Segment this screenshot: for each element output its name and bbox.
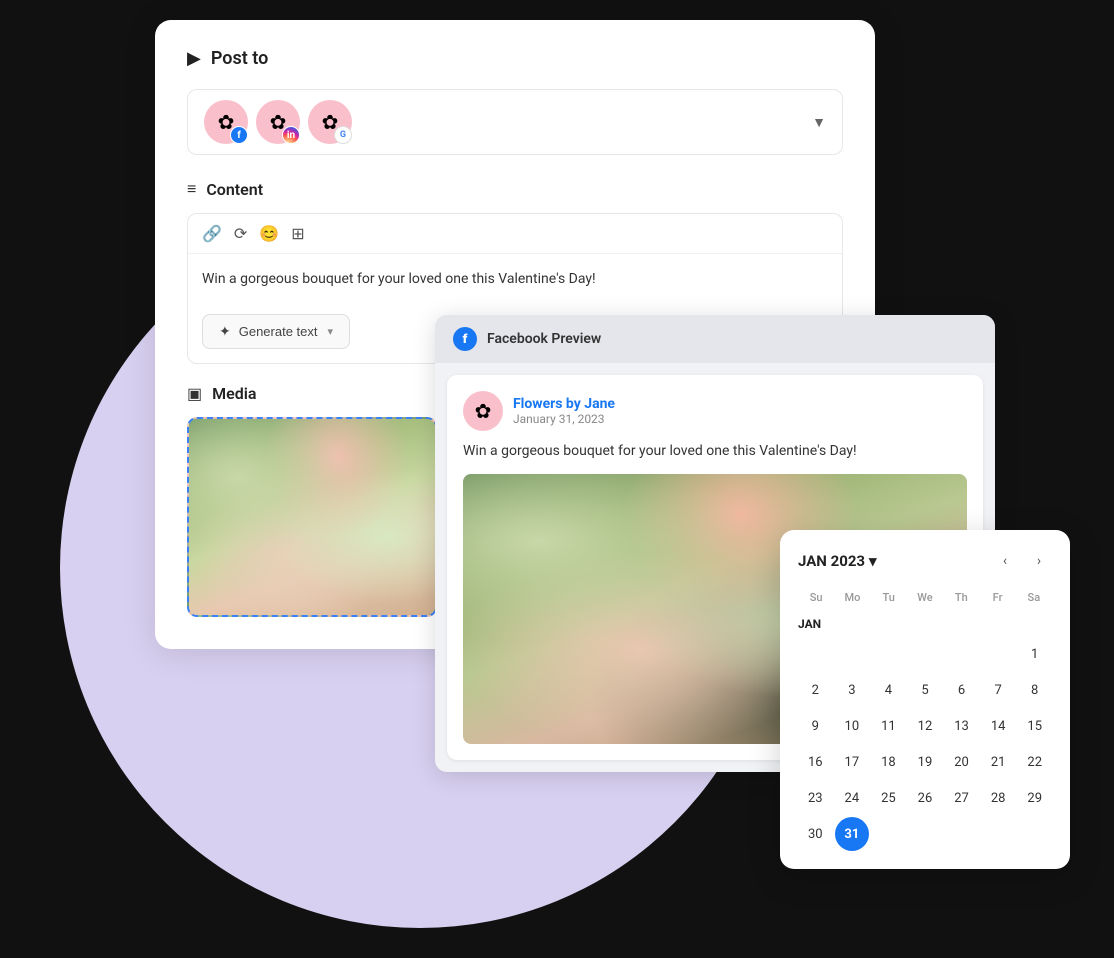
post-to-title: Post to bbox=[211, 48, 268, 69]
link-icon[interactable]: 🔗 bbox=[202, 224, 222, 243]
media-image[interactable] bbox=[187, 417, 437, 617]
cal-day-26[interactable]: 26 bbox=[908, 781, 942, 815]
day-header-fr: Fr bbox=[979, 588, 1015, 607]
facebook-icon: f bbox=[453, 327, 477, 351]
cal-empty-5 bbox=[945, 637, 979, 671]
grid-icon[interactable]: ⊞ bbox=[291, 224, 304, 243]
send-icon: ▶ bbox=[187, 48, 201, 69]
cal-empty-1 bbox=[798, 637, 832, 671]
editor-toolbar: 🔗 ⟳ 😊 ⊞ bbox=[188, 214, 842, 254]
post-to-dropdown[interactable]: ✿ f ✿ in ✿ G ▼ bbox=[187, 89, 843, 155]
media-icon: ▣ bbox=[187, 384, 202, 403]
generate-chevron-icon: ▾ bbox=[328, 325, 334, 338]
ig-avatar-btn[interactable]: ✿ in bbox=[256, 100, 300, 144]
media-title: Media bbox=[212, 384, 256, 403]
cal-day-31[interactable]: 31 bbox=[835, 817, 869, 851]
calendar-day-headers: Su Mo Tu We Th Fr Sa bbox=[798, 588, 1052, 607]
cal-day-19[interactable]: 19 bbox=[908, 745, 942, 779]
day-header-we: We bbox=[907, 588, 943, 607]
cal-empty-9 bbox=[945, 817, 979, 851]
cal-day-3[interactable]: 3 bbox=[835, 673, 869, 707]
cal-day-18[interactable]: 18 bbox=[871, 745, 905, 779]
cal-day-22[interactable]: 22 bbox=[1018, 745, 1052, 779]
fb-avatar-btn[interactable]: ✿ f bbox=[204, 100, 248, 144]
cal-day-4[interactable]: 4 bbox=[871, 673, 905, 707]
fb-post-author: ✿ Flowers by Jane January 31, 2023 bbox=[463, 391, 967, 431]
cal-day-16[interactable]: 16 bbox=[798, 745, 832, 779]
cal-empty-6 bbox=[981, 637, 1015, 671]
social-avatars: ✿ f ✿ in ✿ G bbox=[204, 100, 352, 144]
fb-preview-title: Facebook Preview bbox=[487, 331, 601, 347]
calendar-days-grid: 1 2 3 4 5 6 7 8 9 10 11 12 13 14 15 16 1… bbox=[798, 637, 1052, 851]
fb-author-info: Flowers by Jane January 31, 2023 bbox=[513, 396, 615, 426]
content-icon: ≡ bbox=[187, 179, 196, 199]
cal-day-5[interactable]: 5 bbox=[908, 673, 942, 707]
cal-day-8[interactable]: 8 bbox=[1018, 673, 1052, 707]
day-header-su: Su bbox=[798, 588, 834, 607]
cal-day-10[interactable]: 10 bbox=[835, 709, 869, 743]
calendar-prev-button[interactable]: ‹ bbox=[992, 548, 1018, 574]
cal-day-24[interactable]: 24 bbox=[835, 781, 869, 815]
calendar-nav: ‹ › bbox=[992, 548, 1052, 574]
day-header-sa: Sa bbox=[1016, 588, 1052, 607]
cal-day-20[interactable]: 20 bbox=[945, 745, 979, 779]
cal-day-21[interactable]: 21 bbox=[981, 745, 1015, 779]
cal-day-28[interactable]: 28 bbox=[981, 781, 1015, 815]
day-header-mo: Mo bbox=[834, 588, 870, 607]
generate-text-label: Generate text bbox=[239, 324, 318, 339]
cal-empty-8 bbox=[908, 817, 942, 851]
cal-day-30[interactable]: 30 bbox=[798, 817, 832, 851]
cal-empty-3 bbox=[871, 637, 905, 671]
editor-content-text[interactable]: Win a gorgeous bouquet for your loved on… bbox=[188, 254, 842, 314]
calendar-month-short-label: JAN bbox=[798, 613, 1052, 637]
day-header-tu: Tu bbox=[871, 588, 907, 607]
cal-day-13[interactable]: 13 bbox=[945, 709, 979, 743]
cal-day-27[interactable]: 27 bbox=[945, 781, 979, 815]
fb-post-text: Win a gorgeous bouquet for your loved on… bbox=[463, 441, 967, 462]
fb-preview-header: f Facebook Preview bbox=[435, 315, 995, 363]
calendar-grid: Su Mo Tu We Th Fr Sa JAN 1 2 3 4 5 6 7 8 bbox=[798, 588, 1052, 851]
cal-empty-11 bbox=[1018, 817, 1052, 851]
cal-day-6[interactable]: 6 bbox=[945, 673, 979, 707]
cal-day-7[interactable]: 7 bbox=[981, 673, 1015, 707]
cal-empty-10 bbox=[981, 817, 1015, 851]
content-title: Content bbox=[206, 180, 263, 199]
google-badge: G bbox=[334, 126, 352, 144]
fb-post-date: January 31, 2023 bbox=[513, 412, 615, 426]
post-to-header: ▶ Post to bbox=[187, 48, 843, 69]
calendar-month-selector[interactable]: JAN 2023 ▾ bbox=[798, 552, 877, 570]
rss-icon[interactable]: ⟳ bbox=[234, 224, 247, 243]
calendar-header: JAN 2023 ▾ ‹ › bbox=[798, 548, 1052, 574]
cal-day-15[interactable]: 15 bbox=[1018, 709, 1052, 743]
facebook-badge: f bbox=[230, 126, 248, 144]
cal-day-17[interactable]: 17 bbox=[835, 745, 869, 779]
dropdown-chevron-icon: ▼ bbox=[812, 114, 826, 131]
content-section-header: ≡ Content bbox=[187, 179, 843, 199]
cal-day-11[interactable]: 11 bbox=[871, 709, 905, 743]
cal-day-9[interactable]: 9 bbox=[798, 709, 832, 743]
cal-empty-2 bbox=[835, 637, 869, 671]
cal-empty-7 bbox=[871, 817, 905, 851]
cal-empty-4 bbox=[908, 637, 942, 671]
g-avatar-btn[interactable]: ✿ G bbox=[308, 100, 352, 144]
fb-author-name: Flowers by Jane bbox=[513, 396, 615, 412]
cal-day-25[interactable]: 25 bbox=[871, 781, 905, 815]
calendar-panel: JAN 2023 ▾ ‹ › Su Mo Tu We Th Fr Sa JAN … bbox=[780, 530, 1070, 869]
cal-day-2[interactable]: 2 bbox=[798, 673, 832, 707]
fb-page-avatar: ✿ bbox=[463, 391, 503, 431]
day-header-th: Th bbox=[943, 588, 979, 607]
instagram-badge: in bbox=[282, 126, 300, 144]
generate-text-button[interactable]: ✦ Generate text ▾ bbox=[202, 314, 350, 349]
emoji-icon[interactable]: 😊 bbox=[259, 224, 279, 243]
calendar-next-button[interactable]: › bbox=[1026, 548, 1052, 574]
cal-day-23[interactable]: 23 bbox=[798, 781, 832, 815]
sparkle-icon: ✦ bbox=[219, 323, 231, 340]
cal-day-29[interactable]: 29 bbox=[1018, 781, 1052, 815]
cal-day-12[interactable]: 12 bbox=[908, 709, 942, 743]
calendar-month-label: JAN 2023 bbox=[798, 552, 865, 570]
cal-day-1[interactable]: 1 bbox=[1018, 637, 1052, 671]
cal-day-14[interactable]: 14 bbox=[981, 709, 1015, 743]
flowers-image-bg bbox=[189, 419, 435, 615]
calendar-month-chevron-icon: ▾ bbox=[869, 552, 877, 570]
